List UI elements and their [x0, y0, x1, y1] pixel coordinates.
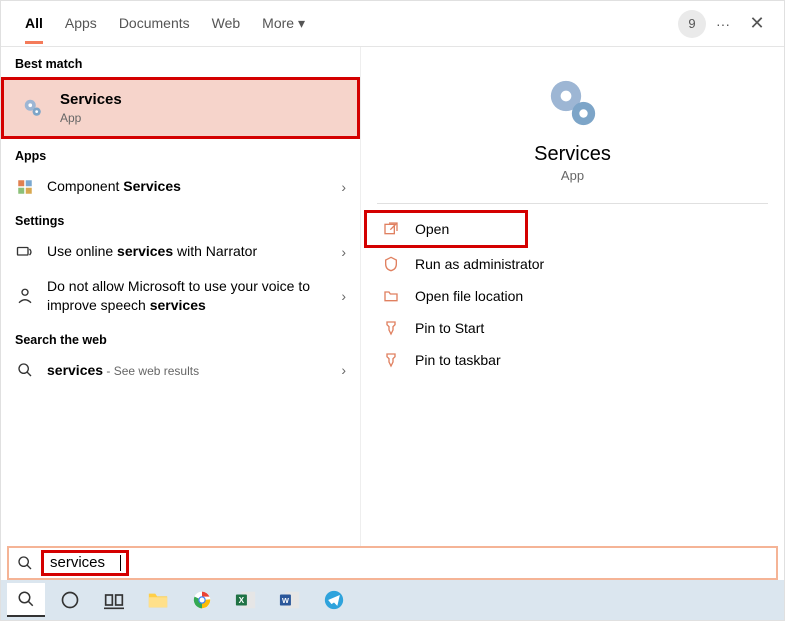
taskbar-taskview-button[interactable]: [95, 583, 133, 617]
chevron-right-icon: ›: [341, 288, 346, 304]
chevron-down-icon: ▾: [298, 15, 305, 31]
divider: [377, 203, 768, 204]
search-input-highlight: [41, 550, 129, 576]
shield-icon: [381, 256, 401, 272]
tab-apps[interactable]: Apps: [65, 3, 97, 44]
detail-actions: Open Run as administrator Open file loca…: [361, 210, 784, 376]
search-content: Best match Services App Apps Component S…: [1, 47, 784, 546]
detail-pane: Services App Open Run as administrator: [361, 47, 784, 546]
tab-all[interactable]: All: [25, 3, 43, 44]
chevron-right-icon: ›: [341, 362, 346, 378]
pin-icon: [381, 320, 401, 336]
filter-tabs: All Apps Documents Web More ▾: [11, 3, 305, 44]
svg-text:X: X: [239, 596, 245, 605]
tab-documents[interactable]: Documents: [119, 3, 190, 44]
taskbar-explorer-button[interactable]: [139, 583, 177, 617]
search-icon: [15, 362, 35, 378]
component-services-icon: [15, 178, 35, 196]
result-web-services[interactable]: services - See web results ›: [1, 353, 360, 388]
tab-web[interactable]: Web: [212, 3, 241, 44]
settings-header: Settings: [1, 204, 360, 234]
result-component-services[interactable]: Component Services ›: [1, 169, 360, 204]
pin-icon: [381, 352, 401, 368]
search-web-header: Search the web: [1, 323, 360, 353]
services-icon: [18, 97, 48, 119]
best-match-result[interactable]: Services App: [1, 77, 360, 139]
narrator-icon: [15, 243, 35, 261]
taskbar-cortana-button[interactable]: [51, 583, 89, 617]
action-run-admin[interactable]: Run as administrator: [367, 248, 778, 280]
close-button[interactable]: ✕: [740, 7, 774, 41]
taskbar: X W: [1, 580, 784, 620]
search-input[interactable]: [50, 554, 120, 571]
detail-subtitle: App: [561, 168, 584, 183]
more-options-button[interactable]: ···: [706, 7, 740, 41]
recent-badge[interactable]: 9: [678, 10, 706, 38]
best-match-subtitle: App: [60, 110, 343, 126]
result-speech-services[interactable]: Do not allow Microsoft to use your voice…: [1, 269, 360, 323]
action-open-location[interactable]: Open file location: [367, 280, 778, 312]
taskbar-excel-button[interactable]: X: [227, 583, 265, 617]
text-caret: [120, 555, 121, 571]
best-match-header: Best match: [1, 47, 360, 77]
search-bar[interactable]: [7, 546, 778, 580]
action-pin-taskbar[interactable]: Pin to taskbar: [367, 344, 778, 376]
svg-text:W: W: [282, 596, 289, 605]
results-pane: Best match Services App Apps Component S…: [1, 47, 361, 546]
detail-title: Services: [534, 143, 611, 166]
action-open[interactable]: Open: [364, 210, 528, 248]
search-header: All Apps Documents Web More ▾ 9 ··· ✕: [1, 1, 784, 47]
taskbar-telegram-button[interactable]: [315, 583, 353, 617]
result-narrator-services[interactable]: Use online services with Narrator ›: [1, 234, 360, 269]
apps-header: Apps: [1, 139, 360, 169]
taskbar-word-button[interactable]: W: [271, 583, 309, 617]
chevron-right-icon: ›: [341, 179, 346, 195]
open-icon: [381, 221, 401, 237]
action-pin-start[interactable]: Pin to Start: [367, 312, 778, 344]
chevron-right-icon: ›: [341, 244, 346, 260]
services-large-icon: [545, 75, 601, 131]
folder-icon: [381, 288, 401, 304]
speech-icon: [15, 287, 35, 305]
taskbar-search-button[interactable]: [7, 583, 45, 617]
search-icon: [17, 555, 33, 571]
best-match-title: Services: [60, 90, 343, 110]
taskbar-chrome-button[interactable]: [183, 583, 221, 617]
tab-more[interactable]: More ▾: [262, 3, 305, 44]
